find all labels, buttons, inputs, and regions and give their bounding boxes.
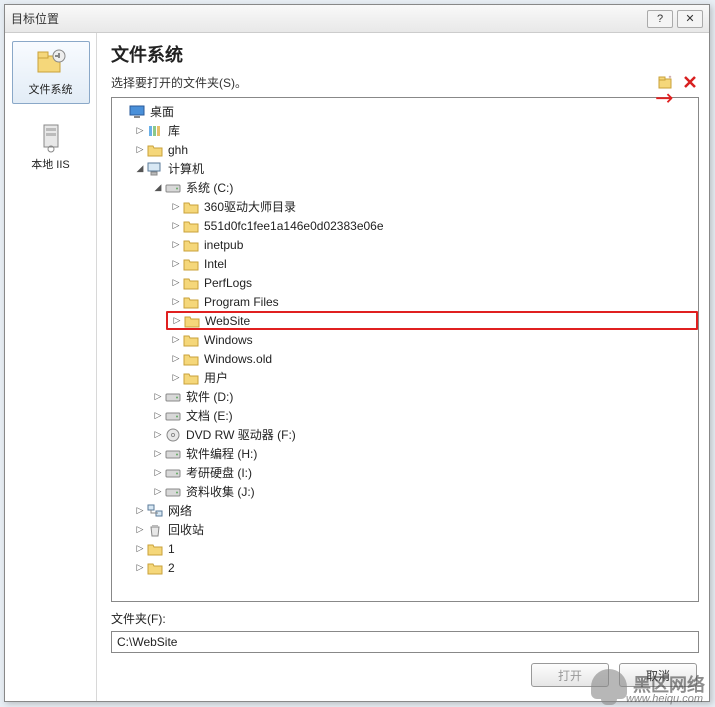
expand-icon[interactable]: ▷ <box>170 277 182 289</box>
folder-icon <box>183 256 199 272</box>
desktop-icon <box>129 104 145 120</box>
tree-recycle[interactable]: ▷ 回收站 <box>134 520 698 539</box>
folder-icon <box>183 351 199 367</box>
expand-icon[interactable]: ▷ <box>152 410 164 422</box>
tree-desktop[interactable]: 桌面 <box>116 102 698 121</box>
tree-folder-1[interactable]: ▷ 1 <box>134 539 698 558</box>
drive-icon <box>165 427 181 443</box>
nav-label: 文件系统 <box>29 81 73 97</box>
recycle-icon <box>147 522 163 538</box>
tree-ghh[interactable]: ▷ ghh <box>134 140 698 159</box>
folder-tree[interactable]: 桌面 ▷ 库 ▷ ghh <box>111 97 699 602</box>
tree-folder[interactable]: ▷Windows <box>170 330 698 349</box>
new-folder-button[interactable] <box>657 73 675 91</box>
close-button[interactable]: ✕ <box>677 10 703 28</box>
page-subheading: 选择要打开的文件夹(S)。 <box>111 74 247 91</box>
expand-icon[interactable]: ▷ <box>170 239 182 251</box>
expand-icon[interactable]: ▷ <box>170 258 182 270</box>
folder-icon <box>183 237 199 253</box>
tree-folder[interactable]: ▷inetpub <box>170 235 698 254</box>
expand-icon[interactable]: ▷ <box>170 334 182 346</box>
server-icon <box>35 121 67 153</box>
help-button[interactable]: ? <box>647 10 673 28</box>
left-nav: 文件系统 本地 IIS <box>5 33 97 701</box>
title-bar: 目标位置 ? ✕ <box>5 5 709 33</box>
tree-drive[interactable]: ▷资料收集 (J:) <box>152 482 698 501</box>
tree-folder-2[interactable]: ▷ 2 <box>134 558 698 577</box>
tree-folder[interactable]: ▷Program Files <box>170 292 698 311</box>
expand-icon[interactable]: ▷ <box>134 144 146 156</box>
folder-path-input[interactable] <box>111 631 699 653</box>
folder-icon <box>183 275 199 291</box>
folder-icon <box>183 199 199 215</box>
tree-folder[interactable]: ▷Windows.old <box>170 349 698 368</box>
folder-icon <box>147 142 163 158</box>
tree-computer[interactable]: ◢ 计算机 <box>134 159 698 178</box>
library-icon <box>147 123 163 139</box>
window-title: 目标位置 <box>11 10 59 27</box>
tree-drive[interactable]: ▷软件 (D:) <box>152 387 698 406</box>
collapse-icon[interactable] <box>116 106 128 118</box>
page-heading: 文件系统 <box>111 41 699 67</box>
expand-icon[interactable]: ▷ <box>170 201 182 213</box>
delete-button[interactable] <box>681 73 699 91</box>
drive-icon <box>165 465 181 481</box>
expand-icon[interactable]: ▷ <box>152 467 164 479</box>
tree-folder[interactable]: ▷PerfLogs <box>170 273 698 292</box>
nav-filesystem[interactable]: 文件系统 <box>12 41 90 104</box>
folder-icon <box>183 332 199 348</box>
tree-folder[interactable]: ▷551d0fc1fee1a146e0d02383e06e <box>170 216 698 235</box>
cancel-button[interactable]: 取消 <box>619 663 697 687</box>
drive-icon <box>165 446 181 462</box>
expand-icon[interactable]: ▷ <box>170 296 182 308</box>
nav-label: 本地 IIS <box>31 156 70 172</box>
tree-folder[interactable]: ▷360驱动大师目录 <box>170 197 698 216</box>
open-button[interactable]: 打开 <box>531 663 609 687</box>
tree-drive[interactable]: ▷DVD RW 驱动器 (F:) <box>152 425 698 444</box>
folder-icon <box>183 370 199 386</box>
expand-icon[interactable]: ▷ <box>152 448 164 460</box>
folder-path-label: 文件夹(F): <box>111 610 699 627</box>
folder-icon <box>147 560 163 576</box>
tree-folder[interactable]: ▷WebSite <box>166 311 698 330</box>
expand-icon[interactable]: ▷ <box>170 220 182 232</box>
expand-icon[interactable]: ▷ <box>152 429 164 441</box>
drive-icon <box>165 408 181 424</box>
expand-icon[interactable]: ▷ <box>134 524 146 536</box>
drive-icon <box>165 389 181 405</box>
expand-icon[interactable]: ▷ <box>170 353 182 365</box>
folder-icon <box>147 541 163 557</box>
folder-icon <box>184 313 200 329</box>
collapse-icon[interactable]: ◢ <box>152 182 164 194</box>
tree-drive[interactable]: ▷软件编程 (H:) <box>152 444 698 463</box>
nav-local-iis[interactable]: 本地 IIS <box>12 116 90 179</box>
filesystem-icon <box>35 46 67 78</box>
tree-network[interactable]: ▷ 网络 <box>134 501 698 520</box>
folder-icon <box>183 294 199 310</box>
watermark-url: www.heiqu.com <box>626 693 703 705</box>
collapse-icon[interactable]: ◢ <box>134 163 146 175</box>
tree-folder[interactable]: ▷Intel <box>170 254 698 273</box>
expand-icon[interactable]: ▷ <box>152 486 164 498</box>
drive-icon <box>165 484 181 500</box>
tree-drive[interactable]: ▷考研硬盘 (I:) <box>152 463 698 482</box>
tree-drive[interactable]: ▷文档 (E:) <box>152 406 698 425</box>
expand-icon[interactable]: ▷ <box>134 562 146 574</box>
folder-icon <box>183 218 199 234</box>
expand-icon[interactable]: ▷ <box>152 391 164 403</box>
tree-libraries[interactable]: ▷ 库 <box>134 121 698 140</box>
computer-icon <box>147 161 163 177</box>
tree-drive-c[interactable]: ◢ 系统 (C:) <box>152 178 698 197</box>
tree-folder[interactable]: ▷用户 <box>170 368 698 387</box>
expand-icon[interactable]: ▷ <box>134 543 146 555</box>
drive-icon <box>165 180 181 196</box>
expand-icon[interactable]: ▷ <box>171 315 183 327</box>
expand-icon[interactable]: ▷ <box>170 372 182 384</box>
expand-icon[interactable]: ▷ <box>134 125 146 137</box>
network-icon <box>147 503 163 519</box>
expand-icon[interactable]: ▷ <box>134 505 146 517</box>
